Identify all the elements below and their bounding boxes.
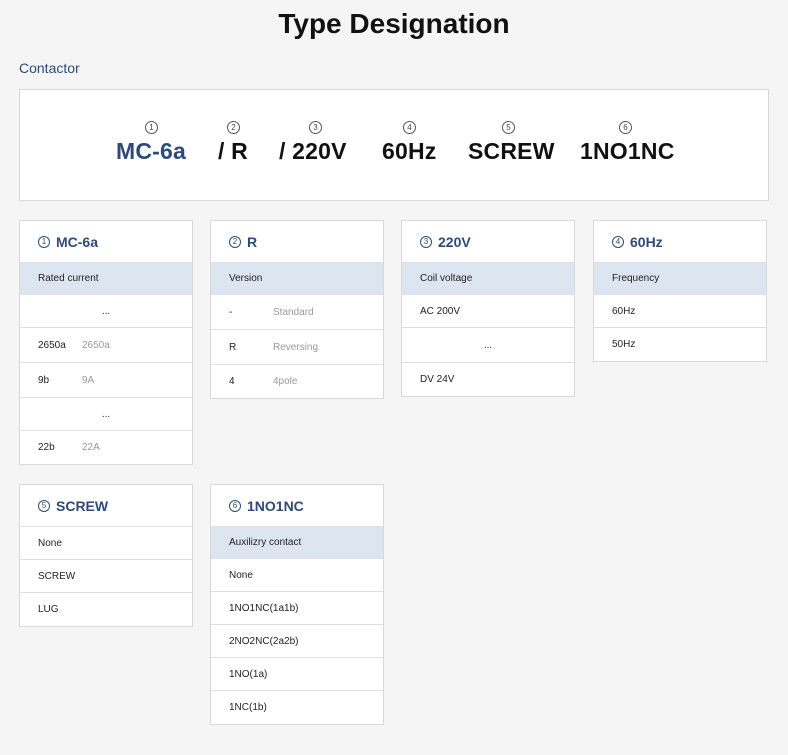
list-item: 2650a 2650a <box>20 328 192 363</box>
card-title: 220V <box>438 233 471 250</box>
code-number-3: 3 <box>309 121 322 134</box>
list-item: 60Hz <box>594 295 766 328</box>
card-terminal: 5 SCREW None SCREW LUG <box>19 484 193 627</box>
list-item: 1NO1NC(1a1b) <box>211 592 383 625</box>
list-item: 22b 22A <box>20 431 192 464</box>
card-number: 5 <box>38 499 50 512</box>
list-item: LUG <box>20 593 192 626</box>
card-coil-voltage: 3 220V Coil voltage AC 200V ... DV 24V <box>401 220 575 397</box>
card-title: R <box>247 233 258 250</box>
item-code: 50Hz <box>612 339 636 350</box>
item-desc: 9A <box>82 374 95 386</box>
item-code: AC 200V <box>420 305 461 317</box>
code-value-6: 1NO1NC <box>580 138 675 164</box>
card-title: SCREW <box>56 497 109 514</box>
item-desc: Standard <box>273 306 314 318</box>
card-header: 1 MC-6a <box>20 221 192 263</box>
list-item: 2NO2NC(2a2b) <box>211 625 383 658</box>
page-title: Type Designation <box>278 8 510 39</box>
card-header: 3 220V <box>402 221 574 263</box>
card-subheader: Auxilizry contact <box>211 527 383 559</box>
item-desc: Reversing <box>273 341 319 353</box>
card-header: 2 R <box>211 221 383 263</box>
card-auxiliary-contact: 6 1NO1NC Auxilizry contact None 1NO1NC(1… <box>210 484 384 725</box>
item-code: 60Hz <box>612 305 636 317</box>
card-number: 2 <box>229 235 241 248</box>
card-version: 2 R Version - Standard R Reversing 4 4po… <box>210 220 384 399</box>
card-title: MC-6a <box>56 233 99 250</box>
code-value-3: / 220V <box>279 138 347 164</box>
list-item: ... <box>402 328 574 363</box>
code-value-4: 60Hz <box>382 138 437 164</box>
list-item: DV 24V <box>402 363 574 396</box>
list-item: R Reversing <box>211 330 383 365</box>
card-frequency: 4 60Hz Frequency 60Hz 50Hz <box>593 220 767 362</box>
item-code: ... <box>483 339 493 351</box>
code-number-6: 6 <box>619 121 632 134</box>
item-desc: 22A <box>82 442 100 453</box>
card-number: 1 <box>38 235 50 248</box>
code-number-1: 1 <box>145 121 158 134</box>
list-item: 50Hz <box>594 328 766 361</box>
code-number-2: 2 <box>227 121 240 134</box>
card-title: 60Hz <box>630 233 663 250</box>
list-item: - Standard <box>211 295 383 330</box>
page-subtitle: Contactor <box>19 60 80 76</box>
card-subheader: Coil voltage <box>402 263 574 295</box>
card-number: 6 <box>229 499 241 512</box>
item-desc: 4pole <box>273 376 298 387</box>
item-code: - <box>229 306 233 318</box>
list-item: 1NO(1a) <box>211 658 383 691</box>
list-item: None <box>211 559 383 592</box>
card-subheader: Rated current <box>20 263 192 295</box>
type-code-box: 1 MC-6a 2 / R 3 / 220V 4 60Hz 5 SCREW 6 … <box>19 89 769 201</box>
code-value-1: MC-6a <box>116 138 187 164</box>
code-number-5: 5 <box>502 121 515 134</box>
code-value-2: / R <box>218 138 248 164</box>
item-code: ... <box>101 408 111 420</box>
list-item: 9b 9A <box>20 363 192 398</box>
item-code: None <box>38 537 62 549</box>
item-code: 22b <box>38 442 55 453</box>
item-code: 1NO1NC(1a1b) <box>229 602 299 614</box>
list-item: SCREW <box>20 560 192 593</box>
card-header: 4 60Hz <box>594 221 766 263</box>
item-code: LUG <box>38 604 59 615</box>
list-item: ... <box>20 398 192 431</box>
list-item: 4 4pole <box>211 365 383 398</box>
card-subheader: Version <box>211 263 383 295</box>
card-number: 3 <box>420 235 432 248</box>
item-code: None <box>229 569 253 581</box>
item-code: DV 24V <box>420 374 455 385</box>
item-code: ... <box>101 305 111 317</box>
card-title: 1NO1NC <box>247 497 304 514</box>
card-header: 6 1NO1NC <box>211 485 383 527</box>
item-code: 1NC(1b) <box>229 702 267 713</box>
card-number: 4 <box>612 235 624 248</box>
item-code: 1NO(1a) <box>229 668 268 680</box>
card-subheader: Frequency <box>594 263 766 295</box>
item-code: SCREW <box>38 570 76 582</box>
item-code: R <box>229 341 237 353</box>
code-value-5: SCREW <box>468 138 555 164</box>
list-item: 1NC(1b) <box>211 691 383 724</box>
item-code: 2650a <box>38 339 66 351</box>
card-rated-current: 1 MC-6a Rated current ... 2650a 2650a 9b… <box>19 220 193 465</box>
item-code: 2NO2NC(2a2b) <box>229 635 299 647</box>
list-item: None <box>20 527 192 560</box>
list-item: AC 200V <box>402 295 574 328</box>
code-number-4: 4 <box>403 121 416 134</box>
card-header: 5 SCREW <box>20 485 192 527</box>
list-item: ... <box>20 295 192 328</box>
item-code: 9b <box>38 374 50 386</box>
item-desc: 2650a <box>82 339 110 351</box>
item-code: 4 <box>229 376 235 387</box>
